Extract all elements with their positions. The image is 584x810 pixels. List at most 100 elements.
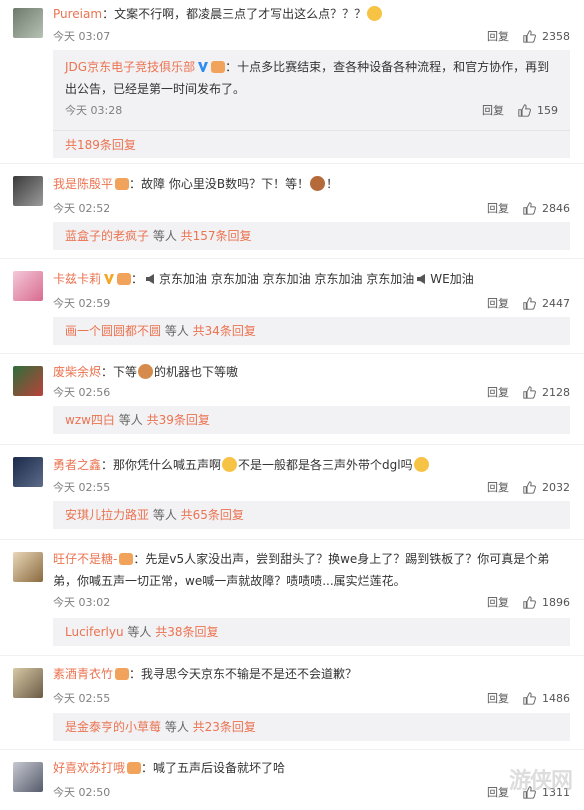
reply-button[interactable]: 回复 [487, 28, 509, 44]
like-button[interactable]: 2358 [523, 30, 570, 43]
comment-item: 旺仔不是糖- ：先是v5人家没出声，尝到甜头了？换we身上了？踢到铁板了？你可真是… [0, 540, 584, 656]
reply-box: JDG京东电子竞技俱乐部 ：十点多比赛结束，查各种设备各种流程，和官方协作，再到出… [53, 50, 570, 158]
comment-text: ：那你凭什么喊五声啊 [101, 458, 222, 472]
comment-time: 今天 02:55 [53, 481, 111, 494]
like-button[interactable]: 2846 [523, 202, 570, 215]
thumbs-up-icon [523, 480, 536, 494]
reply-user-link[interactable]: 安琪儿拉力路亚 [65, 508, 149, 522]
like-count: 1486 [542, 691, 570, 705]
cat-emoji-icon [310, 176, 326, 191]
more-replies-link[interactable]: 共23条回复 [193, 720, 256, 734]
site-watermark: 游侠网 [508, 769, 573, 794]
vip-badge-icon [117, 273, 132, 285]
more-replies-link[interactable]: 共39条回复 [147, 413, 210, 427]
avatar[interactable] [13, 271, 43, 301]
like-button[interactable]: 2128 [523, 386, 570, 399]
comment-item: 我是陈殷平 ：故障 你心里没B数吗？下！等！！ 今天 02:52 回复 2846 … [0, 164, 584, 259]
avatar[interactable] [13, 176, 43, 206]
vip-badge-icon [115, 178, 130, 190]
comment-time: 今天 03:07 [53, 30, 111, 43]
avatar[interactable] [13, 552, 43, 582]
thumbs-up-icon [523, 595, 536, 609]
verified-badge-icon [198, 62, 209, 72]
reply-button[interactable]: 回复 [487, 690, 509, 706]
reply-summary: 画一个圆圆都不圆 等人 共34条回复 [53, 317, 570, 345]
thumbs-up-icon [518, 103, 531, 117]
reply-button[interactable]: 回复 [487, 295, 509, 311]
comment-time: 今天 02:56 [53, 386, 111, 399]
more-replies-link[interactable]: 共34条回复 [193, 324, 256, 338]
comment-item: 废柴余烬：下等 的机器也下等嗷 今天 02:56 回复 2128 wzw四白 等人… [0, 354, 584, 445]
commenter-name[interactable]: 卡兹卡莉 [53, 272, 101, 286]
like-count: 2128 [542, 385, 570, 399]
face-emoji-icon [138, 364, 154, 379]
like-count: 2447 [542, 296, 570, 310]
megaphone-icon [146, 274, 155, 284]
avatar[interactable] [13, 668, 43, 698]
more-replies-link[interactable]: 共38条回复 [155, 625, 218, 639]
reply-summary: 安琪儿拉力路亚 等人 共65条回复 [53, 501, 570, 529]
commenter-name[interactable]: 勇者之鑫 [53, 458, 101, 472]
more-replies-link[interactable]: 共189条回复 [65, 136, 136, 153]
megaphone-icon [417, 274, 426, 284]
like-count: 2846 [542, 201, 570, 215]
thumbs-up-icon [523, 296, 536, 310]
reply-user-link[interactable]: 画一个圆圆都不圆 [65, 324, 161, 338]
reply-button[interactable]: 回复 [487, 384, 509, 400]
comment-text: ：故障 你心里没B数吗？下！等！ [129, 177, 310, 191]
commenter-name[interactable]: 废柴余烬 [53, 365, 101, 379]
reply-user-link[interactable]: 是金泰亨的小草莓 [65, 720, 161, 734]
like-count: 159 [537, 103, 558, 117]
comment-text: ：喊了五声后设备就坏了哈 [141, 761, 286, 775]
commenter-name[interactable]: Pureiam [53, 7, 102, 21]
comment-time: 今天 03:02 [53, 596, 111, 609]
reply-button[interactable]: 回复 [487, 594, 509, 610]
like-button[interactable]: 1896 [523, 596, 570, 609]
vip-badge-icon [119, 553, 134, 565]
avatar[interactable] [13, 457, 43, 487]
comment-time: 今天 02:59 [53, 297, 111, 310]
like-button[interactable]: 2032 [523, 481, 570, 494]
like-button[interactable]: 2447 [523, 297, 570, 310]
reply-button[interactable]: 回复 [482, 102, 504, 118]
official-account-name[interactable]: JDG京东电子竞技俱乐部 [65, 60, 195, 74]
commenter-name[interactable]: 旺仔不是糖- [53, 552, 117, 566]
avatar[interactable] [13, 762, 43, 792]
smile-emoji-icon [367, 6, 383, 21]
thumbs-up-icon [523, 201, 536, 215]
like-count: 1896 [542, 595, 570, 609]
commenter-name[interactable]: 素酒青衣竹 [53, 667, 113, 681]
comment-text: ：我寻思今天京东不输是不是还不会道歉？ [129, 667, 358, 681]
commenter-name[interactable]: 我是陈殷平 [53, 177, 113, 191]
thumbs-up-icon [523, 29, 536, 43]
comment-text: ：文案不行啊，都凌晨三点了才写出这么点？？？ [102, 7, 367, 21]
verified-badge-icon [104, 274, 115, 284]
comment-time: 今天 02:50 [53, 786, 111, 799]
more-replies-link[interactable]: 共157条回复 [181, 229, 252, 243]
reply-summary: wzw四白 等人 共39条回复 [53, 406, 570, 434]
comment-text: 京东加油 京东加油 京东加油 京东加油 京东加油 [159, 272, 415, 286]
reply-button[interactable]: 回复 [487, 479, 509, 495]
thumbs-up-icon [523, 385, 536, 399]
like-count: 2358 [542, 29, 570, 43]
avatar[interactable] [13, 366, 43, 396]
reply-button[interactable]: 回复 [487, 200, 509, 216]
reply-summary: 是金泰亨的小草莓 等人 共23条回复 [53, 713, 570, 741]
comment-item: 素酒青衣竹 ：我寻思今天京东不输是不是还不会道歉？ 今天 02:55 回复 148… [0, 656, 584, 750]
avatar[interactable] [13, 8, 43, 38]
reply-user-link[interactable]: Luciferlyu [65, 625, 124, 639]
like-button[interactable]: 159 [518, 104, 558, 117]
thinking-emoji-icon [222, 457, 238, 472]
comment-time: 今天 02:55 [53, 692, 111, 705]
thinking-emoji-icon [413, 457, 429, 472]
reply-user-link[interactable]: 蓝盒子的老疯子 [65, 229, 149, 243]
reply-time: 今天 03:28 [65, 104, 123, 117]
more-replies-link[interactable]: 共65条回复 [181, 508, 244, 522]
commenter-name[interactable]: 好喜欢苏打哦 [53, 761, 125, 775]
thumbs-up-icon [523, 691, 536, 705]
comment-text: ：下等 [101, 365, 138, 379]
reply-user-link[interactable]: wzw四白 [65, 413, 115, 427]
reply-button[interactable]: 回复 [487, 784, 509, 800]
like-button[interactable]: 1486 [523, 692, 570, 705]
comment-item: 卡兹卡莉：京东加油 京东加油 京东加油 京东加油 京东加油 WE加油 今天 02:… [0, 259, 584, 354]
